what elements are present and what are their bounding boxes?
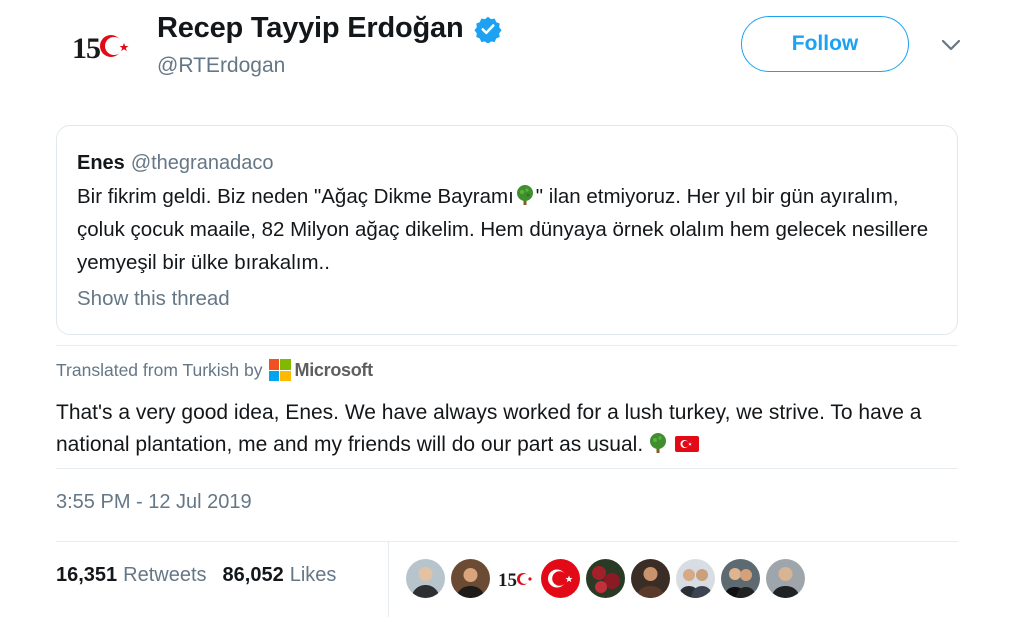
- tree-emoji-icon: [516, 185, 533, 205]
- quoted-author-handle: @thegranadaco: [130, 152, 274, 174]
- divider: [56, 345, 958, 346]
- chevron-down-icon[interactable]: [940, 38, 962, 52]
- liker-avatar[interactable]: [676, 559, 715, 598]
- stats-separator: [388, 541, 389, 617]
- microsoft-logo-icon: [268, 359, 291, 381]
- tweet-stats: 16,351 Retweets 86,052 Likes: [56, 564, 336, 587]
- liker-avatar[interactable]: [631, 559, 670, 598]
- quoted-tweet-header: Enes @thegranadaco: [77, 152, 273, 175]
- quoted-author-name: Enes: [77, 152, 125, 174]
- show-thread-link[interactable]: Show this thread: [77, 287, 230, 311]
- follow-button[interactable]: Follow: [741, 16, 909, 72]
- turkey-flag-icon: [675, 436, 700, 452]
- liker-avatar[interactable]: [541, 559, 580, 598]
- tweet-timestamp[interactable]: 3:55 PM - 12 Jul 2019: [56, 491, 252, 514]
- svg-text:15: 15: [498, 570, 517, 591]
- liker-avatar[interactable]: [586, 559, 625, 598]
- translation-attribution: Translated from Turkish by Microsoft: [56, 359, 373, 381]
- svg-text:5: 5: [86, 32, 101, 65]
- liker-avatar[interactable]: [451, 559, 490, 598]
- translation-provider: Microsoft: [294, 359, 374, 380]
- verified-badge-icon: [473, 16, 502, 43]
- likers-avatars: 15: [406, 559, 805, 598]
- author-name[interactable]: Recep Tayyip Erdoğan: [157, 12, 464, 45]
- liker-avatar[interactable]: 15: [496, 559, 535, 598]
- liker-avatar[interactable]: [766, 559, 805, 598]
- quoted-tweet[interactable]: Enes @thegranadaco Bir fikrim geldi. Biz …: [56, 125, 958, 335]
- tree-emoji-icon: [650, 433, 667, 453]
- tweet-text: That's a very good idea, Enes. We have a…: [56, 401, 922, 456]
- liker-avatar[interactable]: [721, 559, 760, 598]
- author-avatar[interactable]: 1 5: [66, 22, 132, 68]
- liker-avatar[interactable]: [406, 559, 445, 598]
- author-handle[interactable]: @RTErdogan: [157, 54, 285, 78]
- likes-stat[interactable]: 86,052 Likes: [223, 564, 337, 587]
- translation-label: Translated from Turkish by: [56, 359, 263, 380]
- retweets-stat[interactable]: 16,351 Retweets: [56, 564, 207, 587]
- divider: [56, 541, 958, 542]
- divider: [56, 468, 958, 469]
- svg-text:1: 1: [72, 32, 87, 65]
- quoted-tweet-text: Bir fikrim geldi. Biz neden "Ağaç Dikme …: [77, 185, 929, 274]
